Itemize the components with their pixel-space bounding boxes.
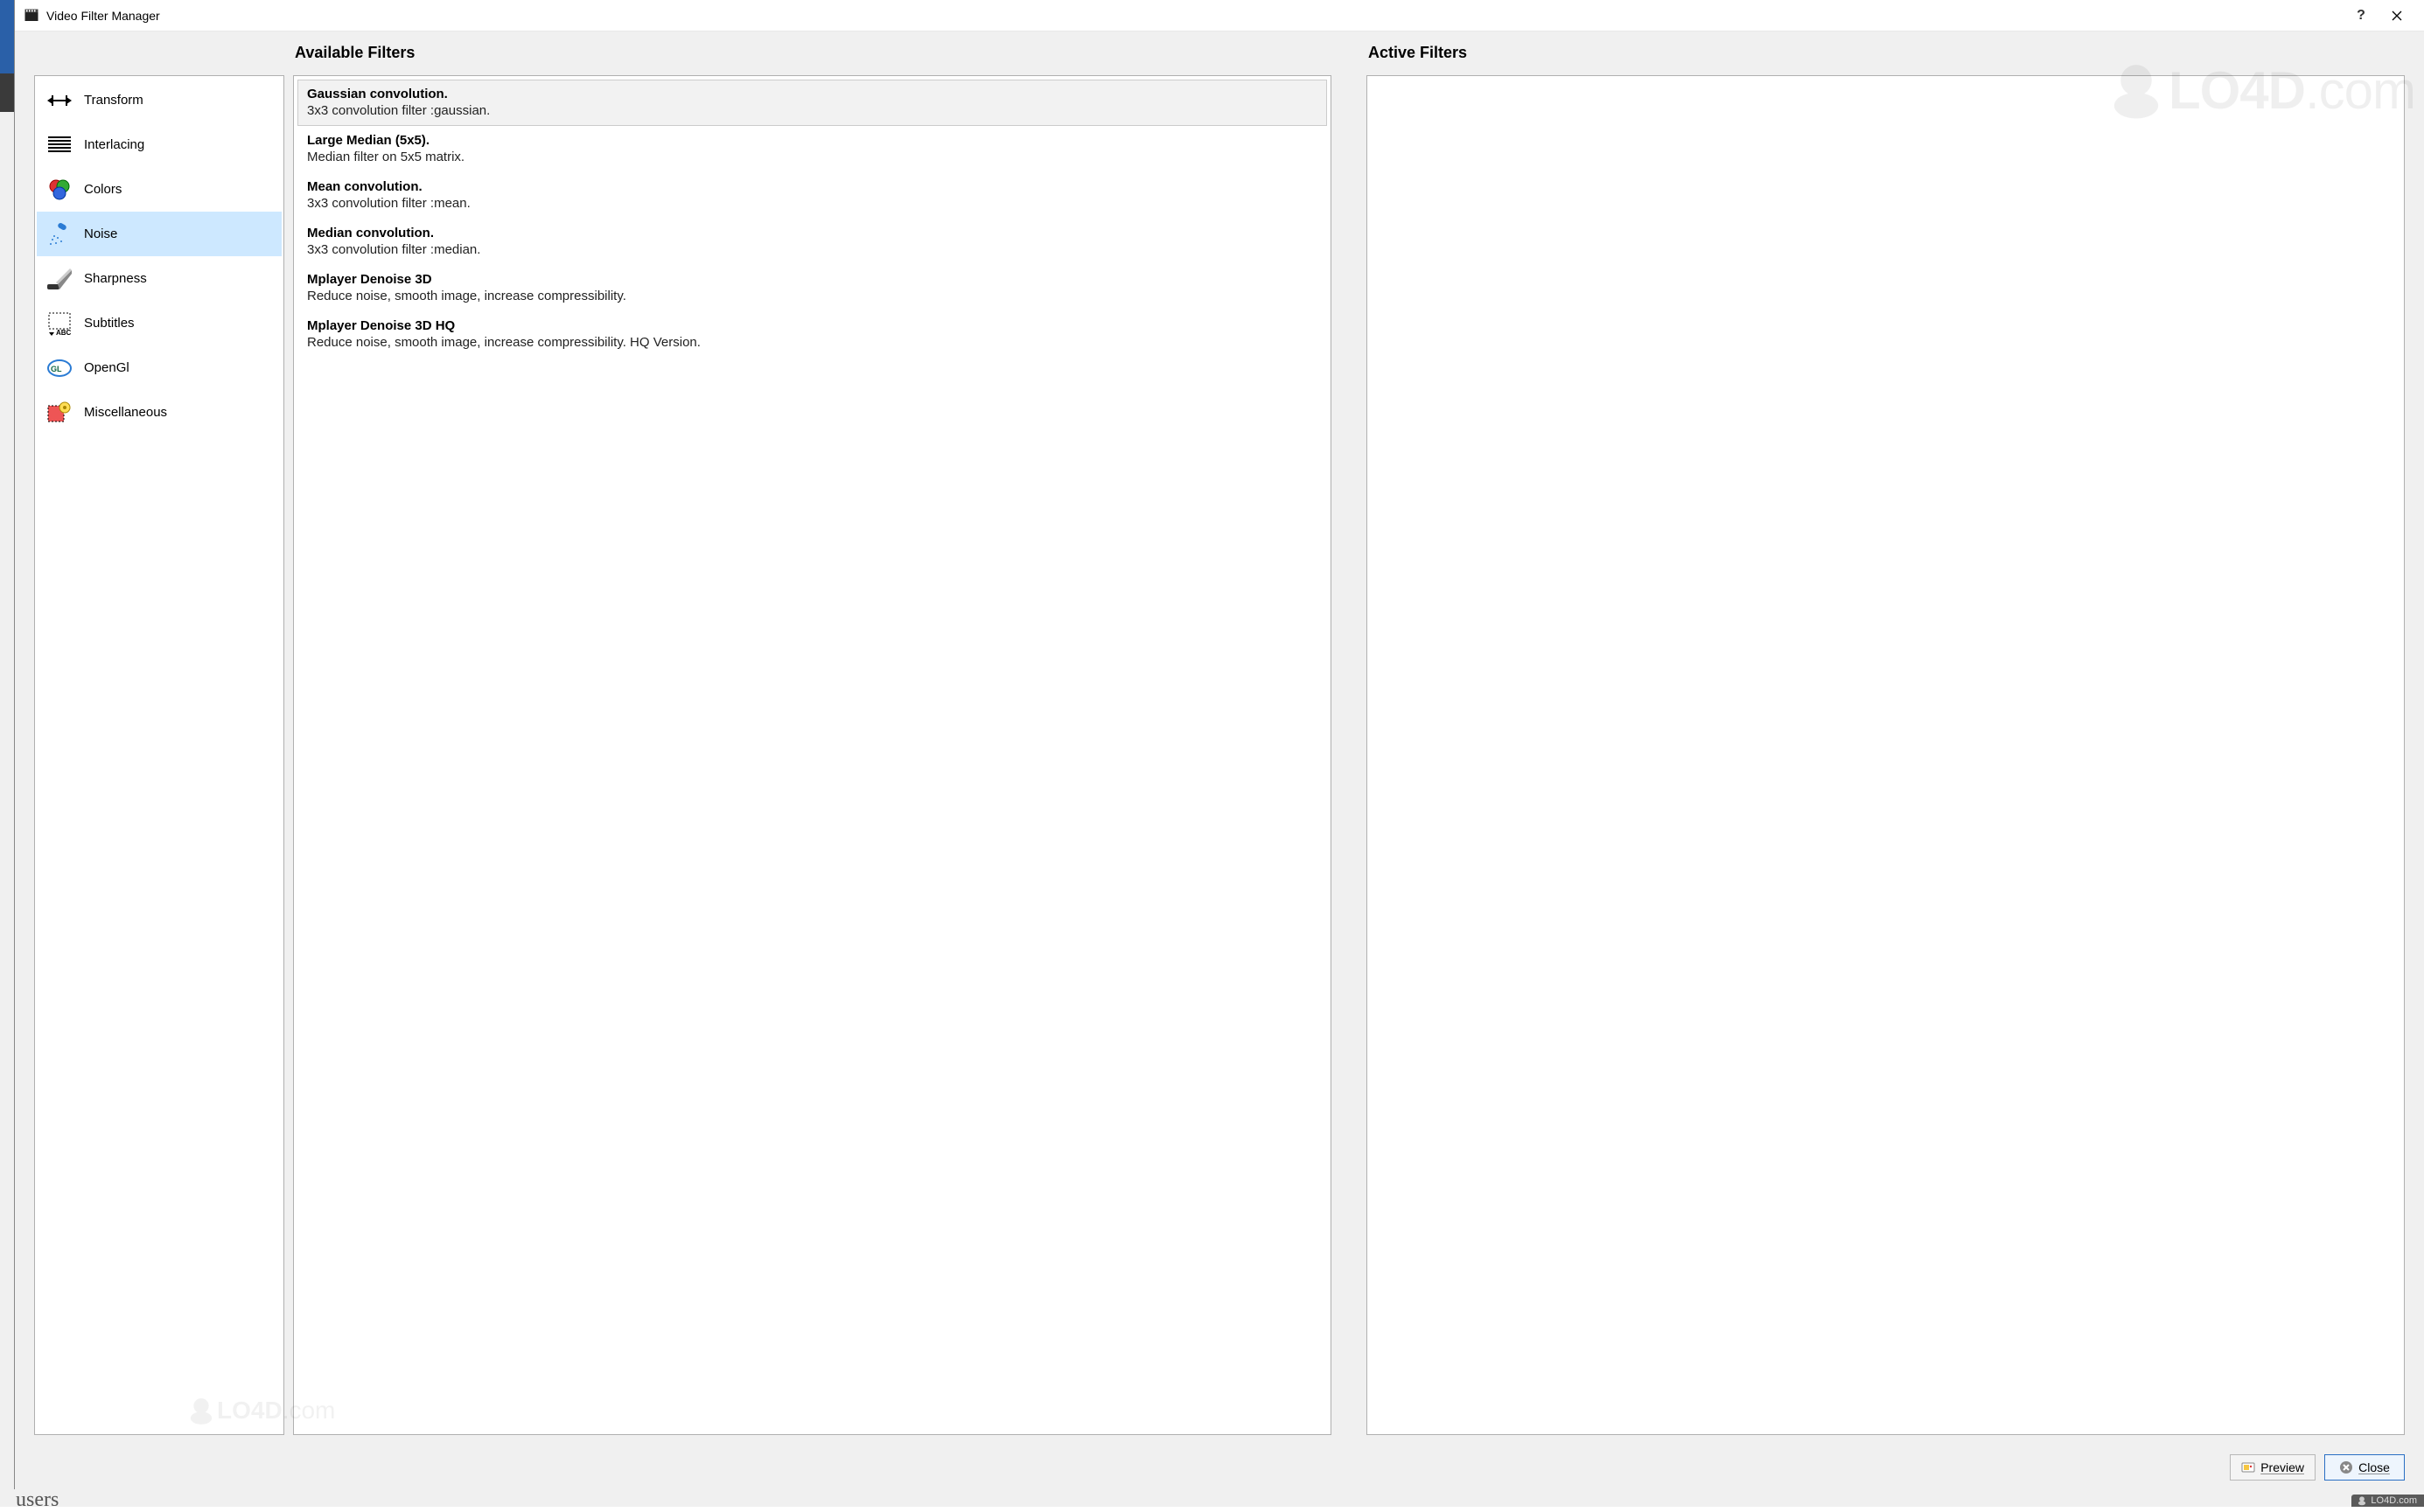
category-label: Noise bbox=[84, 226, 117, 241]
category-item-transform[interactable]: Transform bbox=[37, 78, 282, 122]
background-bottom-strip bbox=[0, 1489, 2424, 1507]
category-label: Colors bbox=[84, 182, 122, 197]
active-filters-box bbox=[1366, 75, 2405, 1435]
opengl-icon: GL bbox=[45, 354, 73, 382]
background-window-strip bbox=[0, 0, 14, 1507]
filter-name: Gaussian convolution. bbox=[307, 87, 1317, 101]
help-button[interactable]: ? bbox=[2345, 0, 2377, 31]
button-bar: Preview Close bbox=[15, 1446, 2424, 1489]
category-item-subtitles[interactable]: ABC Subtitles bbox=[37, 301, 282, 345]
svg-text:ABC: ABC bbox=[56, 329, 72, 337]
category-label: Subtitles bbox=[84, 316, 135, 331]
filter-description: Reduce noise, smooth image, increase com… bbox=[307, 335, 1317, 350]
noise-icon bbox=[45, 220, 73, 248]
filter-item[interactable]: Mean convolution. 3x3 convolution filter … bbox=[297, 172, 1327, 219]
filter-name: Median convolution. bbox=[307, 226, 1317, 240]
category-item-opengl[interactable]: GL OpenGl bbox=[37, 345, 282, 390]
categories-column: . TransformInterlacingColorsNoiseSharpne… bbox=[34, 31, 284, 1435]
filter-item[interactable]: Large Median (5x5). Median filter on 5x5 … bbox=[297, 126, 1327, 172]
sharpness-icon bbox=[45, 265, 73, 293]
preview-button[interactable]: Preview bbox=[2230, 1454, 2316, 1481]
preview-icon bbox=[2241, 1460, 2255, 1474]
filter-description: 3x3 convolution filter :mean. bbox=[307, 196, 1317, 211]
category-label: Miscellaneous bbox=[84, 405, 167, 420]
categories-list: Transform Interlacing Colors Noise Sharpness… bbox=[35, 76, 283, 436]
category-item-colors[interactable]: Colors bbox=[37, 167, 282, 212]
category-item-noise[interactable]: Noise bbox=[37, 212, 282, 256]
filter-name: Mplayer Denoise 3D HQ bbox=[307, 318, 1317, 333]
active-filters-list bbox=[1367, 76, 2404, 1434]
window-title: Video Filter Manager bbox=[46, 9, 2345, 23]
svg-text:GL: GL bbox=[51, 365, 62, 373]
filter-description: Reduce noise, smooth image, increase com… bbox=[307, 289, 1317, 303]
available-filters-list: Gaussian convolution. 3x3 convolution fil… bbox=[294, 76, 1331, 1434]
filter-description: 3x3 convolution filter :median. bbox=[307, 242, 1317, 257]
category-item-interlacing[interactable]: Interlacing bbox=[37, 122, 282, 167]
category-item-miscellaneous[interactable]: Miscellaneous bbox=[37, 390, 282, 435]
category-label: Interlacing bbox=[84, 137, 144, 152]
transform-icon bbox=[45, 87, 73, 115]
filter-item[interactable]: Mplayer Denoise 3D Reduce noise, smooth i… bbox=[297, 265, 1327, 311]
available-filters-box: Gaussian convolution. 3x3 convolution fil… bbox=[293, 75, 1331, 1435]
preview-button-label: Preview bbox=[2260, 1460, 2304, 1474]
interlacing-icon bbox=[45, 131, 73, 159]
app-icon bbox=[24, 8, 39, 24]
dialog-content: LO4D.com . TransformInterlacingColorsNoi… bbox=[15, 31, 2424, 1446]
filter-item[interactable]: Gaussian convolution. 3x3 convolution fil… bbox=[297, 80, 1327, 126]
filter-name: Mplayer Denoise 3D bbox=[307, 272, 1317, 287]
column-spacer bbox=[1340, 31, 1358, 1435]
active-filters-heading: Active Filters bbox=[1368, 44, 2405, 68]
categories-box: Transform Interlacing Colors Noise Sharpness… bbox=[34, 75, 284, 1435]
window-buttons: ? bbox=[2345, 0, 2417, 31]
filter-item[interactable]: Median convolution. 3x3 convolution filte… bbox=[297, 219, 1327, 265]
category-label: Sharpness bbox=[84, 271, 147, 286]
category-label: Transform bbox=[84, 93, 143, 108]
close-button-label: Close bbox=[2358, 1460, 2390, 1474]
active-filters-column: Active Filters bbox=[1366, 31, 2405, 1435]
filter-description: Median filter on 5x5 matrix. bbox=[307, 150, 1317, 164]
filter-description: 3x3 convolution filter :gaussian. bbox=[307, 103, 1317, 118]
category-label: OpenGl bbox=[84, 360, 129, 375]
titlebar: Video Filter Manager ? bbox=[15, 0, 2424, 31]
watermark-bottom: LO4D.com bbox=[185, 1395, 284, 1426]
available-filters-heading: Available Filters bbox=[295, 44, 1331, 68]
subtitles-icon: ABC bbox=[45, 310, 73, 338]
close-icon bbox=[2339, 1460, 2353, 1474]
available-filters-column: Available Filters Gaussian convolution. 3… bbox=[293, 31, 1331, 1435]
video-filter-manager-dialog: Video Filter Manager ? LO4D.com . Transf… bbox=[14, 0, 2424, 1489]
filter-item[interactable]: Mplayer Denoise 3D HQ Reduce noise, smoot… bbox=[297, 311, 1327, 358]
filter-name: Mean convolution. bbox=[307, 179, 1317, 194]
filter-name: Large Median (5x5). bbox=[307, 133, 1317, 148]
background-users-text: users bbox=[16, 1488, 59, 1512]
close-button[interactable]: Close bbox=[2324, 1454, 2405, 1481]
colors-icon bbox=[45, 176, 73, 204]
miscellaneous-icon bbox=[45, 399, 73, 427]
footer-watermark: LO4D.com bbox=[2351, 1495, 2424, 1507]
category-item-sharpness[interactable]: Sharpness bbox=[37, 256, 282, 301]
window-close-button[interactable] bbox=[2377, 0, 2417, 31]
